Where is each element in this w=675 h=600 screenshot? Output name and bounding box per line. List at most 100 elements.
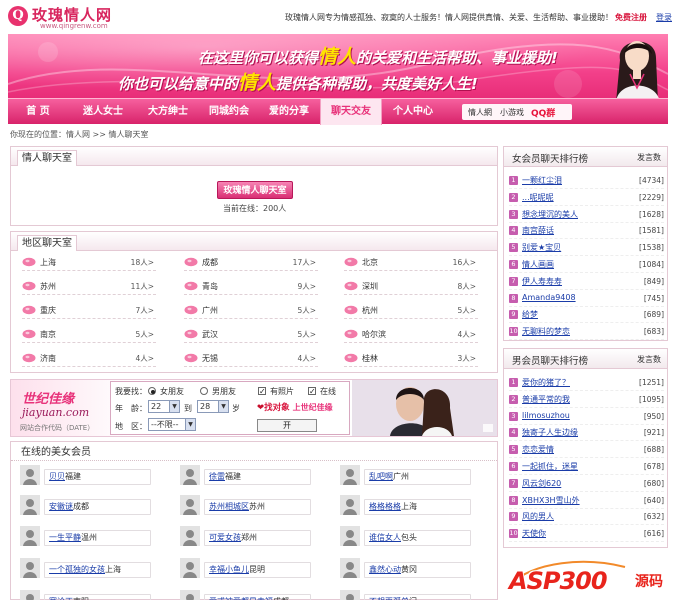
- male_rank-row[interactable]: 9 风的男人 [632]: [509, 509, 664, 526]
- region-room-item[interactable]: 无锡 4人>: [184, 351, 318, 367]
- male_rank-row[interactable]: 4 独寄子人生边缘 [921]: [509, 425, 664, 442]
- region-room-item[interactable]: 广州 5人>: [184, 303, 318, 319]
- rank-member-name[interactable]: 天使你: [522, 528, 546, 539]
- member-item[interactable]: 乱吧啊广州: [340, 465, 474, 485]
- region-room-item[interactable]: 重庆 7人>: [22, 303, 156, 319]
- age-from-select[interactable]: 22 ▼: [148, 400, 180, 413]
- nav-games-link[interactable]: 小游戏: [500, 107, 524, 118]
- rank-member-name[interactable]: 爱你的猪了？: [522, 377, 570, 388]
- male_rank-row[interactable]: 1 爱你的猪了？ [1251]: [509, 375, 664, 391]
- member-name[interactable]: 贝贝: [49, 472, 65, 481]
- male_rank-row[interactable]: 5 恋恋爱情 [688]: [509, 442, 664, 459]
- rank-member-name[interactable]: 给梦: [522, 309, 538, 320]
- rank-member-name[interactable]: 独寄子人生边缘: [522, 427, 578, 438]
- member-item[interactable]: 幸福小鱼儿昆明: [180, 558, 314, 578]
- member-name[interactable]: 幸福小鱼儿: [209, 565, 249, 574]
- region-room-item[interactable]: 南京 5人>: [22, 327, 156, 343]
- rank-member-name[interactable]: ...呢呢呢: [522, 192, 554, 203]
- jiayuan-logo-en[interactable]: jiayuan.com: [22, 406, 89, 419]
- region-room-name[interactable]: 南京: [40, 329, 56, 340]
- avatar[interactable]: [20, 558, 40, 578]
- login-link[interactable]: 登录: [656, 12, 672, 23]
- female_rank-row[interactable]: 1 一颗红尘泪 [4734]: [509, 173, 664, 189]
- age-to-select[interactable]: 28 ▼: [197, 400, 229, 413]
- region-room-item[interactable]: 苏州 11人>: [22, 279, 156, 295]
- rank-member-name[interactable]: 伊人寿寿寿: [522, 276, 562, 287]
- region-room-item[interactable]: 青岛 9人>: [184, 279, 318, 295]
- nav-local-dating[interactable]: 同城约会: [198, 99, 260, 125]
- rank-member-name[interactable]: 风的男人: [522, 511, 554, 522]
- avatar[interactable]: [20, 465, 40, 485]
- rank-member-name[interactable]: 无聊料的梦恋: [522, 326, 570, 337]
- avatar[interactable]: [180, 465, 200, 485]
- rank-member-name[interactable]: XBHX3H雪山外: [522, 495, 580, 506]
- avatar[interactable]: [20, 590, 40, 600]
- avatar[interactable]: [180, 590, 200, 600]
- member-item[interactable]: 苏州相城区苏州: [180, 495, 314, 515]
- member-name[interactable]: 谁信女人: [369, 533, 401, 542]
- region-room-name[interactable]: 苏州: [40, 281, 56, 292]
- female_rank-row[interactable]: 5 别爱★宝贝 [1538]: [509, 240, 664, 257]
- rank-member-name[interactable]: 普通平常的我: [522, 394, 570, 405]
- region-room-item[interactable]: 杭州 5人>: [344, 303, 478, 319]
- member-item[interactable]: 鑫然心动黄冈: [340, 558, 474, 578]
- female_rank-row[interactable]: 7 伊人寿寿寿 [849]: [509, 274, 664, 290]
- has-photo-checkbox[interactable]: ✓: [258, 387, 266, 396]
- nav-chat[interactable]: 聊天交友: [320, 99, 382, 125]
- nav-qingren-link[interactable]: 情人網: [468, 107, 492, 118]
- member-name[interactable]: 苏州相城区: [209, 502, 249, 511]
- region-room-name[interactable]: 武汉: [202, 329, 218, 340]
- member-item[interactable]: 一生平静温州: [20, 526, 154, 546]
- nav-love-share[interactable]: 爱的分享: [258, 99, 320, 125]
- male_rank-row[interactable]: 2 普通平常的我 [1095]: [509, 392, 664, 408]
- region-room-name[interactable]: 杭州: [362, 305, 378, 316]
- region-room-name[interactable]: 哈尔滨: [362, 329, 386, 340]
- avatar[interactable]: [340, 495, 360, 515]
- member-name[interactable]: 格格格格: [369, 502, 401, 511]
- region-room-item[interactable]: 哈尔滨 4人>: [344, 327, 478, 343]
- male_rank-row[interactable]: 6 一起抓住，迷星 [678]: [509, 459, 664, 475]
- seeking-female-radio[interactable]: [148, 387, 156, 395]
- member-item[interactable]: 徐雷福建: [180, 465, 314, 485]
- avatar[interactable]: [20, 526, 40, 546]
- region-room-item[interactable]: 深圳 8人>: [344, 279, 478, 295]
- enter-chat-room-button[interactable]: 玫瑰情人聊天室: [217, 181, 293, 199]
- region-room-item[interactable]: 成都 17人>: [184, 255, 318, 271]
- member-item[interactable]: 安徽谜成都: [20, 495, 154, 515]
- avatar[interactable]: [180, 558, 200, 578]
- member-item[interactable]: 寒论正南阳: [20, 590, 154, 600]
- seeking-male-radio[interactable]: [200, 387, 208, 395]
- avatar[interactable]: [180, 495, 200, 515]
- rank-member-name[interactable]: 风云剑620: [522, 478, 561, 489]
- region-room-item[interactable]: 上海 18人>: [22, 255, 156, 271]
- male_rank-row[interactable]: 10 天使你 [616]: [509, 526, 664, 543]
- online-checkbox[interactable]: ✓: [308, 387, 316, 396]
- rank-member-name[interactable]: 一起抓住，迷星: [522, 461, 578, 472]
- female_rank-row[interactable]: 6 情人画画 [1084]: [509, 257, 664, 273]
- region-room-item[interactable]: 北京 16人>: [344, 255, 478, 271]
- male_rank-row[interactable]: 7 风云剑620 [680]: [509, 476, 664, 492]
- rank-member-name[interactable]: 南宫薛话: [522, 225, 554, 236]
- partner-search-button[interactable]: 开: [257, 419, 317, 432]
- female_rank-row[interactable]: 2 ...呢呢呢 [2229]: [509, 190, 664, 206]
- region-room-name[interactable]: 桂林: [362, 353, 378, 364]
- region-room-name[interactable]: 深圳: [362, 281, 378, 292]
- nav-ladies[interactable]: 迷人女士: [70, 99, 136, 125]
- member-name[interactable]: 乱吧啊: [369, 472, 393, 481]
- region-room-name[interactable]: 北京: [362, 257, 378, 268]
- region-room-item[interactable]: 济南 4人>: [22, 351, 156, 367]
- region-room-name[interactable]: 广州: [202, 305, 218, 316]
- female_rank-row[interactable]: 4 南宫薛话 [1581]: [509, 223, 664, 240]
- avatar[interactable]: [20, 495, 40, 515]
- avatar[interactable]: [340, 526, 360, 546]
- rank-member-name[interactable]: Amanda9408: [522, 293, 576, 302]
- rank-member-name[interactable]: lilmosuzhou: [522, 411, 570, 420]
- avatar[interactable]: [340, 465, 360, 485]
- region-room-name[interactable]: 济南: [40, 353, 56, 364]
- nav-qq-group-link[interactable]: QQ群: [531, 106, 555, 119]
- female_rank-row[interactable]: 10 无聊料的梦恋 [683]: [509, 324, 664, 341]
- member-item[interactable]: 可爱女孩郑州: [180, 526, 314, 546]
- rank-member-name[interactable]: 恋恋爱情: [522, 444, 554, 455]
- member-name[interactable]: 一个孤独的女孩: [49, 565, 105, 574]
- region-room-item[interactable]: 桂林 3人>: [344, 351, 478, 367]
